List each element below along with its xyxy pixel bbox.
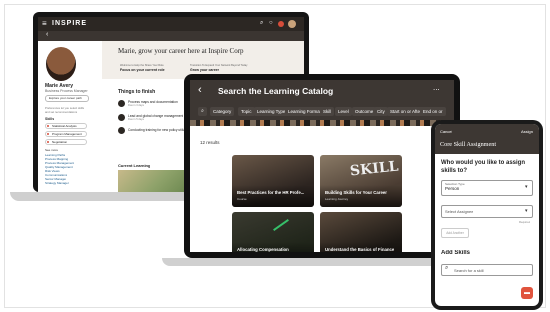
banner-right-bold[interactable]: Grow your career xyxy=(190,68,219,72)
course-card[interactable]: SKILL Building Skills for Your Career Le… xyxy=(320,155,402,207)
skill-dot xyxy=(47,141,49,143)
sidebar-link[interactable]: Strategy Manager xyxy=(45,181,69,185)
filter-skill[interactable]: Skill xyxy=(320,107,335,116)
filter-learning-type[interactable]: Learning Type xyxy=(254,107,289,116)
chat-button[interactable]: ▬ xyxy=(521,287,533,299)
selection-type-value: Person xyxy=(445,186,460,191)
catalog-title: Search the Learning Catalog xyxy=(218,86,334,96)
add-skills-heading: Add Skills xyxy=(441,250,471,256)
task-icon xyxy=(118,127,125,134)
assign-button[interactable]: Assign xyxy=(521,129,533,134)
course-card[interactable]: Best Practices for the HR Profe... Cours… xyxy=(232,155,314,207)
phone-title: Core Skill Assignment xyxy=(440,141,497,148)
task-icon xyxy=(118,100,125,107)
filter-category[interactable]: Category xyxy=(210,107,235,116)
banner-left-bold[interactable]: Focus on your current role xyxy=(120,68,165,72)
more-options-icon[interactable]: ... xyxy=(433,83,440,92)
notification-icon[interactable] xyxy=(278,21,284,27)
chevron-down-icon: ▾ xyxy=(525,208,528,214)
banner-title: Marie, grow your career here at Inspire … xyxy=(118,47,244,55)
card-overlay xyxy=(320,185,402,207)
preferences-prompt: Preferences let you select skills and se… xyxy=(45,106,85,114)
profile-photo xyxy=(46,47,76,81)
menu-icon[interactable]: ≡ xyxy=(42,19,47,28)
chart-arrow-icon xyxy=(273,219,289,231)
filter-topic[interactable]: Topic xyxy=(238,107,255,116)
course-card[interactable]: Understand the Basics of Finance Video xyxy=(320,212,402,252)
brand-logo: INSPIRE xyxy=(52,20,88,27)
search-icon[interactable]: ⌕ xyxy=(260,20,263,27)
required-note: Required xyxy=(519,220,531,224)
card-overlay xyxy=(232,185,314,207)
banner-right-small: Transition To Expand Your Network Beyond… xyxy=(190,64,248,67)
filter-learning-format[interactable]: Learning Format xyxy=(285,107,325,116)
assignee-placeholder: Select Assignee xyxy=(445,209,474,214)
filter-level[interactable]: Level xyxy=(335,107,352,116)
profile-title: Business Process Manager xyxy=(45,89,88,93)
skill-chip[interactable]: Negotiation xyxy=(45,139,87,145)
header-pattern xyxy=(190,120,454,126)
back-icon[interactable]: ‹ xyxy=(46,31,48,38)
banner-left-small: Welcome to Help the Share Your Role xyxy=(120,64,164,67)
card-title: Understand the Basics of Finance xyxy=(325,247,395,252)
chevron-down-icon: ▾ xyxy=(525,184,528,190)
card-type: Learning Journey xyxy=(325,197,349,201)
card-title: Best Practices for the HR Profe... xyxy=(237,190,305,195)
phone-screen: Cancel Assign Core Skill Assignment Who … xyxy=(435,124,539,306)
skills-label: Skills xyxy=(45,117,55,121)
card-title: Building Skills for Your Career xyxy=(325,190,387,195)
see-more-link[interactable]: See more xyxy=(45,148,58,152)
task-due: Due in 5 days xyxy=(128,118,144,121)
task-label[interactable]: Conducting training for new policy utili… xyxy=(128,128,188,132)
search-icon: ⌕ xyxy=(445,265,449,271)
tasks-title: Things to finish xyxy=(118,89,156,95)
course-card[interactable]: Allocating Compensation Learning Communi… xyxy=(232,212,314,252)
task-due: Due in 3 days xyxy=(128,104,144,107)
skill-chip[interactable]: Statistical Analysis xyxy=(45,123,87,129)
filter-icon[interactable]: ⌕ xyxy=(198,107,207,116)
card-title: Allocating Compensation xyxy=(237,247,289,252)
tablet-screen: ‹ Search the Learning Catalog ... ⌕ Cate… xyxy=(190,80,454,252)
help-icon[interactable]: ○ xyxy=(269,20,273,26)
app-subheader xyxy=(38,31,304,41)
filter-end-date[interactable]: End on or xyxy=(420,107,446,116)
card-type: Course xyxy=(237,197,247,201)
skill-search-placeholder: Search for a skill xyxy=(454,268,484,273)
task-icon xyxy=(118,114,125,121)
question-heading: Who would you like to assign skills to? xyxy=(441,160,526,174)
explore-career-button[interactable]: Explore your career path xyxy=(45,95,89,102)
current-learning-title: Current Learning xyxy=(118,163,151,168)
add-another-button[interactable]: Add Another xyxy=(441,228,469,238)
avatar-icon[interactable] xyxy=(288,20,296,28)
filter-start-date[interactable]: Start on or After xyxy=(387,107,425,116)
learning-thumbnail[interactable] xyxy=(118,170,184,192)
card-art-text: SKILL xyxy=(349,158,400,180)
results-count: 12 results xyxy=(200,140,220,145)
cancel-button[interactable]: Cancel xyxy=(440,129,452,134)
filter-outcome[interactable]: Outcome xyxy=(352,107,377,116)
skill-dot xyxy=(47,133,49,135)
skill-dot xyxy=(47,125,49,127)
filter-city[interactable]: City xyxy=(374,107,388,116)
back-icon[interactable]: ‹ xyxy=(198,84,202,96)
skill-chip[interactable]: Program Management xyxy=(45,131,87,137)
